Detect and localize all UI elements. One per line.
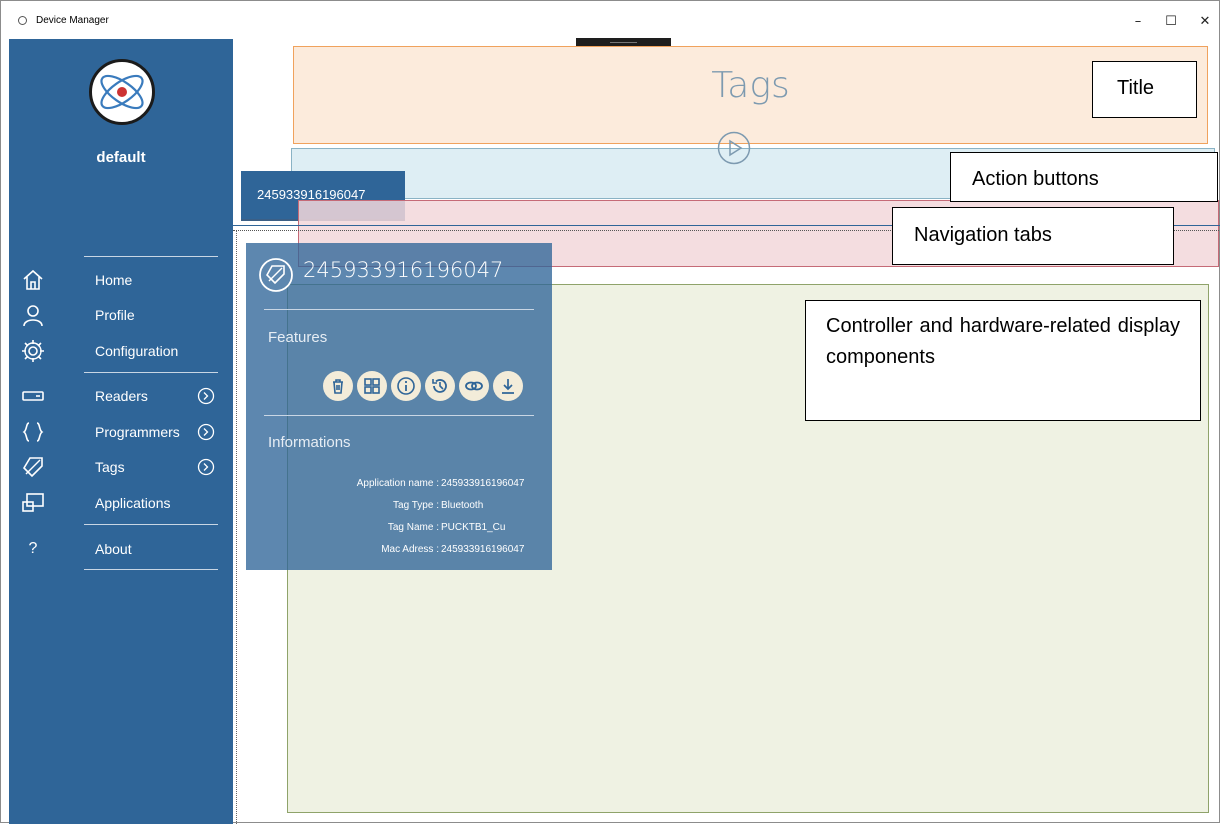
close-button[interactable]: ✕ [1195,13,1215,29]
profile-name: default [96,149,146,166]
sidebar-item-label: About [95,541,132,557]
sidebar-item-label: Applications [95,495,171,511]
sidebar-item-label: Programmers [95,424,180,440]
sidebar-item-profile[interactable]: Profile [9,303,233,329]
sidebar-item-home[interactable]: Home [9,268,233,294]
avatar[interactable] [89,59,155,125]
chevron-right-icon[interactable] [197,458,215,476]
tag-icon [22,457,43,478]
home-icon [23,269,43,290]
info-icon[interactable] [391,371,421,401]
sidebar-item-configuration[interactable]: Configuration [9,339,233,365]
info-row: Tag Name : PUCKTB1_Cu [246,522,552,536]
page-title: Tags [711,65,790,106]
sidebar-item-label: Readers [95,388,148,404]
title-region: Tags [293,46,1208,144]
card-divider [264,415,534,416]
minimize-button[interactable]: – [1128,13,1148,29]
info-row: Application name : 245933916196047 [246,478,552,492]
history-icon[interactable] [425,371,455,401]
maximize-button[interactable]: ☐ [1161,13,1181,29]
controller-annotation: Controller and hardware-related display … [805,300,1201,421]
sidebar-divider [84,372,218,373]
app-logo-icon [18,16,27,25]
grid-icon[interactable] [357,371,387,401]
sidebar-divider [84,256,218,257]
navigation-tabs-annotation: Navigation tabs [892,207,1174,265]
info-key: Mac Adress : [381,544,439,555]
sidebar-item-label: Configuration [95,343,179,359]
info-row: Tag Type : Bluetooth [246,500,552,514]
device-manager-window: Device Manager – ☐ ✕ default Home Profil… [0,0,1220,824]
link-icon[interactable] [459,371,489,401]
trash-icon[interactable] [323,371,353,401]
question-icon: ? [28,540,38,557]
window-title: Device Manager [36,15,109,26]
sidebar-item-programmers[interactable]: Programmers [9,420,233,446]
sidebar-item-label: Home [95,272,133,288]
person-icon [23,305,43,327]
info-value: 245933916196047 [441,544,525,555]
cast-icon [22,493,44,512]
play-icon[interactable] [717,131,751,165]
title-bar: Device Manager – ☐ ✕ [1,1,1219,39]
atom-logo-icon [100,74,144,110]
sidebar: default Home Profile Configuration Reade… [9,39,233,824]
info-key: Application name : [356,478,439,489]
sidebar-item-label: Tags [95,459,125,475]
info-row: Mac Adress : 245933916196047 [246,544,552,558]
title-annotation: Title [1092,61,1197,118]
tag-icon [259,258,293,292]
chevron-right-icon[interactable] [197,387,215,405]
content-left-border [236,231,237,824]
info-value: PUCKTB1_Cu [441,522,506,533]
sidebar-divider [84,569,218,570]
chevron-right-icon[interactable] [197,423,215,441]
info-key: Tag Name : [387,522,439,533]
info-value: 245933916196047 [441,478,525,489]
info-key: Tag Type : [393,500,439,511]
informations-heading: Informations [268,434,351,451]
sidebar-item-applications[interactable]: Applications [9,491,233,517]
info-value: Bluetooth [441,500,484,511]
sidebar-item-tags[interactable]: Tags [9,455,233,481]
tag-card-title: 245933916196047 [303,258,504,282]
feature-buttons [323,371,523,401]
reader-icon [22,391,44,401]
features-heading: Features [268,329,328,346]
download-icon[interactable] [493,371,523,401]
gear-icon [22,340,44,362]
sidebar-item-about[interactable]: ? About [9,537,233,563]
action-buttons-annotation: Action buttons [950,152,1218,202]
braces-icon [22,422,44,442]
sidebar-item-readers[interactable]: Readers [9,384,233,410]
sidebar-divider [84,524,218,525]
card-divider [264,309,534,310]
sidebar-item-label: Profile [95,307,135,323]
tag-card: 245933916196047 Features Informations Ap… [246,243,552,570]
